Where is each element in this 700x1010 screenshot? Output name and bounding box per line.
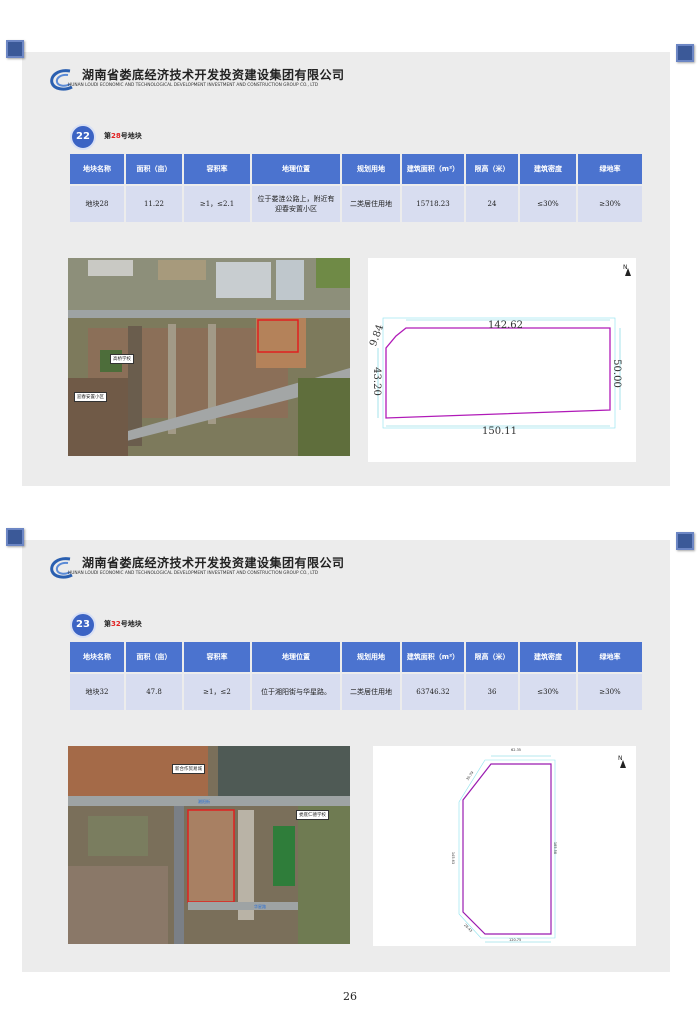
- site-plan-drawing: N 142.62 150.11 50.00 43.20 9.84: [368, 258, 636, 462]
- map-label-school: 高桥学校: [110, 354, 134, 364]
- table-header: 地块名称: [70, 642, 124, 672]
- north-label: N: [623, 264, 628, 271]
- dimension-top: 142.62: [488, 320, 523, 331]
- plot-index-badge: 23: [70, 612, 96, 638]
- table-cell: ≥1，≤2.1: [184, 186, 250, 222]
- company-name-cn: 湖南省娄底经济技术开发投资建设集团有限公司: [82, 556, 345, 570]
- map-label-community: 迎春安置小区: [74, 392, 107, 402]
- satellite-imagery: [68, 746, 350, 944]
- company-name-en: HUNAN LOUDI ECONOMIC AND TECHNOLOGICAL D…: [68, 83, 319, 88]
- table-header: 建筑密度: [520, 154, 576, 184]
- table-cell: 36: [466, 674, 518, 710]
- table-header: 限高（米）: [466, 154, 518, 184]
- table-cell: 二类居住用地: [342, 674, 400, 710]
- map-label-school: 娄底仁德学校: [296, 810, 329, 820]
- table-cell: 地块32: [70, 674, 124, 710]
- table-cell: 二类居住用地: [342, 186, 400, 222]
- plot-card-23: 湖南省娄底经济技术开发投资建设集团有限公司 HUNAN LOUDI ECONOM…: [22, 540, 670, 972]
- map-label-market: 新合作贸易城: [172, 764, 205, 774]
- table-cell: ≤30%: [520, 674, 576, 710]
- table-row: 地块28 11.22 ≥1，≤2.1 位于娄涟公路上，附近有迎春安置小区 二类居…: [70, 186, 642, 222]
- table-header: 面积（亩）: [126, 154, 182, 184]
- aerial-map-image: 高桥学校 迎春安置小区: [68, 258, 350, 456]
- north-label: N: [618, 755, 623, 762]
- table-row: 地块32 47.8 ≥1，≤2 位于湘阳街与华星路。 二类居住用地 63746.…: [70, 674, 642, 710]
- decor-square-icon: [6, 40, 24, 58]
- dimension-left: 43.20: [370, 367, 382, 396]
- map-label-road: 湘阳街: [198, 799, 210, 804]
- dimension-left: 145.63: [451, 851, 456, 865]
- plot-title: 第32号地块: [104, 620, 142, 628]
- table-header: 面积（亩）: [126, 642, 182, 672]
- table-cell: ≤30%: [520, 186, 576, 222]
- table-cell: ≥1，≤2: [184, 674, 250, 710]
- site-boundary-diagram: [458, 755, 626, 943]
- plot-info-table: 地块名称 面积（亩） 容积率 地理位置 规划用地 建筑面积（m²） 限高（米） …: [68, 640, 644, 712]
- table-header-row: 地块名称 面积（亩） 容积率 地理位置 规划用地 建筑面积（m²） 限高（米） …: [70, 154, 642, 184]
- plot-title: 第28号地块: [104, 132, 142, 140]
- table-cell: ≥30%: [578, 186, 642, 222]
- table-header: 建筑面积（m²）: [402, 642, 464, 672]
- table-header-row: 地块名称 面积（亩） 容积率 地理位置 规划用地 建筑面积（m²） 限高（米） …: [70, 642, 642, 672]
- table-cell: 15718.23: [402, 186, 464, 222]
- table-header: 限高（米）: [466, 642, 518, 672]
- table-header: 地理位置: [252, 154, 340, 184]
- site-plan-drawing: N 62.35 120.75 185.58 145.63 35.79 28.43: [373, 746, 636, 946]
- table-cell: 63746.32: [402, 674, 464, 710]
- table-cell: ≥30%: [578, 674, 642, 710]
- table-header: 容积率: [184, 154, 250, 184]
- dimension-top: 62.35: [511, 748, 522, 752]
- page-number: 26: [343, 990, 357, 1003]
- dimension-right: 185.58: [553, 841, 558, 855]
- map-label-road: 华星路: [254, 904, 266, 909]
- table-cell: 24: [466, 186, 518, 222]
- company-logo-icon: [50, 69, 73, 91]
- dimension-bottom: 150.11: [482, 426, 517, 437]
- dimension-bottom: 120.75: [509, 938, 522, 942]
- table-cell: 位于娄涟公路上，附近有迎春安置小区: [252, 186, 340, 222]
- dimension-right: 50.00: [610, 359, 622, 388]
- company-name-cn: 湖南省娄底经济技术开发投资建设集团有限公司: [82, 68, 345, 82]
- plot-card-22: 湖南省娄底经济技术开发投资建设集团有限公司 HUNAN LOUDI ECONOM…: [22, 52, 670, 486]
- table-header: 规划用地: [342, 154, 400, 184]
- table-header: 地理位置: [252, 642, 340, 672]
- decor-square-icon: [676, 532, 694, 550]
- table-header: 建筑面积（m²）: [402, 154, 464, 184]
- plot-info-table: 地块名称 面积（亩） 容积率 地理位置 规划用地 建筑面积（m²） 限高（米） …: [68, 152, 644, 224]
- table-header: 规划用地: [342, 642, 400, 672]
- company-name-en: HUNAN LOUDI ECONOMIC AND TECHNOLOGICAL D…: [68, 571, 319, 576]
- aerial-map-image: 新合作贸易城 娄底仁德学校 湘阳街 华星路: [68, 746, 350, 944]
- table-cell: 地块28: [70, 186, 124, 222]
- table-cell: 11.22: [126, 186, 182, 222]
- table-header: 绿地率: [578, 642, 642, 672]
- decor-square-icon: [676, 44, 694, 62]
- table-header: 建筑密度: [520, 642, 576, 672]
- table-cell: 47.8: [126, 674, 182, 710]
- table-header: 容积率: [184, 642, 250, 672]
- company-logo-icon: [50, 557, 73, 579]
- table-header: 绿地率: [578, 154, 642, 184]
- table-header: 地块名称: [70, 154, 124, 184]
- plot-index-badge: 22: [70, 124, 96, 150]
- table-cell: 位于湘阳街与华星路。: [252, 674, 340, 710]
- decor-square-icon: [6, 528, 24, 546]
